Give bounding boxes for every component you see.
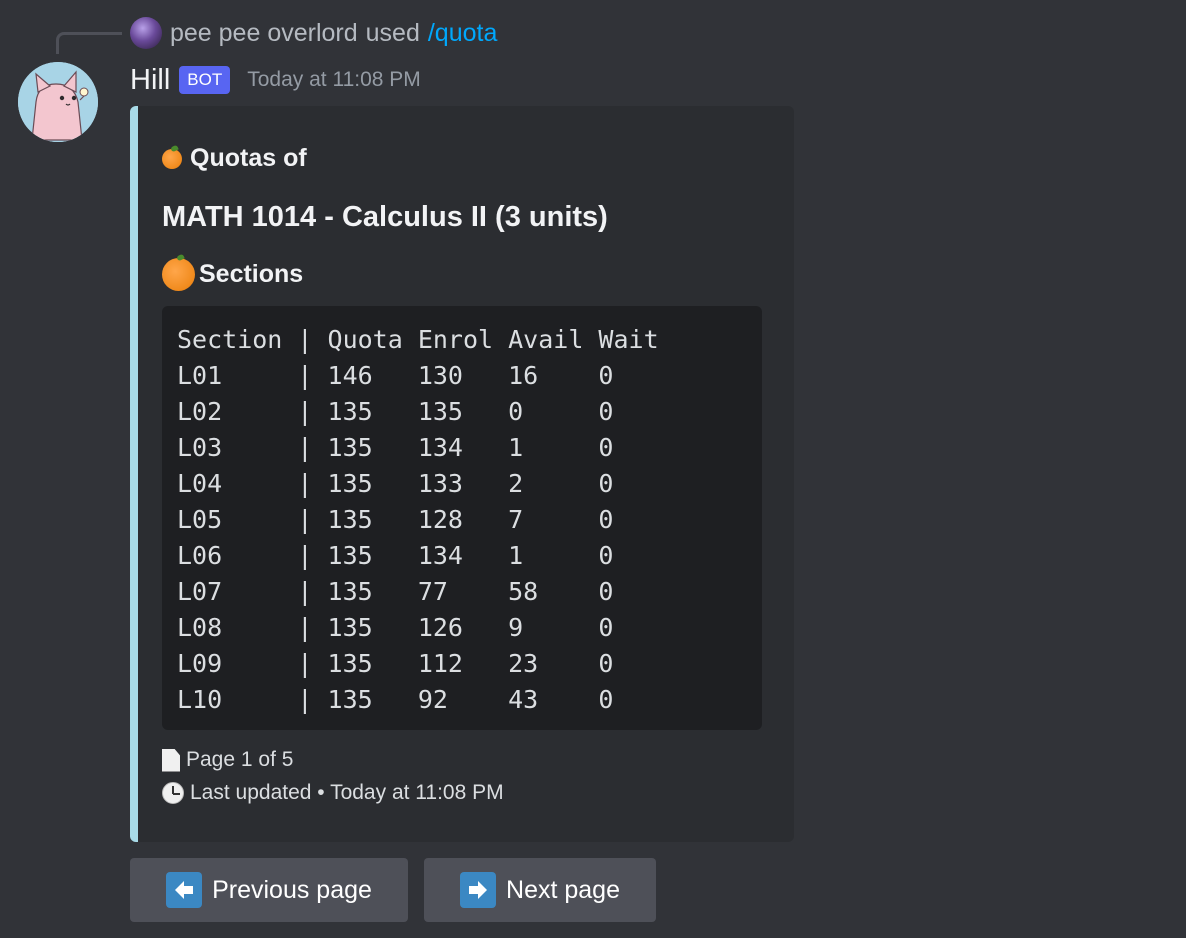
bot-username[interactable]: Hill xyxy=(130,64,170,97)
embed-author-text: Quotas of xyxy=(190,144,307,172)
replier-avatar[interactable] xyxy=(130,17,162,49)
code-line-row: L01 | 146 130 16 0 xyxy=(177,361,614,390)
code-line-row: L07 | 135 77 58 0 xyxy=(177,577,614,606)
code-line-row: L05 | 135 128 7 0 xyxy=(177,505,614,534)
code-line-row: L02 | 135 135 0 0 xyxy=(177,397,614,426)
code-line-row: L10 | 135 92 43 0 xyxy=(177,685,614,714)
message-timestamp: Today at 11:08 PM xyxy=(247,68,421,91)
cat-avatar-icon xyxy=(18,62,98,142)
message-header: Hill BOT Today at 11:08 PM xyxy=(130,60,421,100)
code-line-row: L04 | 135 133 2 0 xyxy=(177,469,614,498)
clock-icon xyxy=(162,782,184,804)
previous-page-button[interactable]: Previous page xyxy=(130,858,408,922)
orange-icon xyxy=(162,258,195,291)
previous-page-label: Previous page xyxy=(212,875,372,904)
left-arrow-icon xyxy=(166,872,203,908)
embed-author: Quotas of xyxy=(162,144,307,173)
bot-tag: BOT xyxy=(179,66,231,94)
reply-context[interactable]: pee pee overlord used /quota xyxy=(130,14,497,52)
field-name-text: Sections xyxy=(199,260,304,288)
reply-used-text: used xyxy=(365,18,420,47)
reply-connector xyxy=(56,32,122,54)
right-arrow-icon xyxy=(460,872,497,908)
tangerine-icon xyxy=(162,148,182,169)
command-name[interactable]: /quota xyxy=(428,19,498,48)
next-page-label: Next page xyxy=(506,875,620,904)
page-indicator-text: Page 1 of 5 xyxy=(186,748,294,771)
page-indicator: Page 1 of 5 xyxy=(162,748,293,772)
code-line-row: L06 | 135 134 1 0 xyxy=(177,541,614,570)
embed-field-name: Sections xyxy=(162,258,303,291)
code-line-row: L03 | 135 134 1 0 xyxy=(177,433,614,462)
replier-name[interactable]: pee pee overlord xyxy=(170,19,358,48)
bot-avatar[interactable] xyxy=(18,62,98,142)
embed-footer-text: Last updated • Today at 11:08 PM xyxy=(190,781,504,804)
quota-table-codeblock: Section | Quota Enrol Avail Wait L01 | 1… xyxy=(162,306,762,730)
embed-footer: Last updated • Today at 11:08 PM xyxy=(162,781,504,805)
code-line-header: Section | Quota Enrol Avail Wait xyxy=(177,325,659,354)
code-line-row: L09 | 135 112 23 0 xyxy=(177,649,614,678)
embed-card: Quotas of MATH 1014 - Calculus II (3 uni… xyxy=(130,106,794,842)
code-line-row: L08 | 135 126 9 0 xyxy=(177,613,614,642)
next-page-button[interactable]: Next page xyxy=(424,858,656,922)
embed-title: MATH 1014 - Calculus II (3 units) xyxy=(162,201,608,233)
page-icon xyxy=(162,748,180,772)
